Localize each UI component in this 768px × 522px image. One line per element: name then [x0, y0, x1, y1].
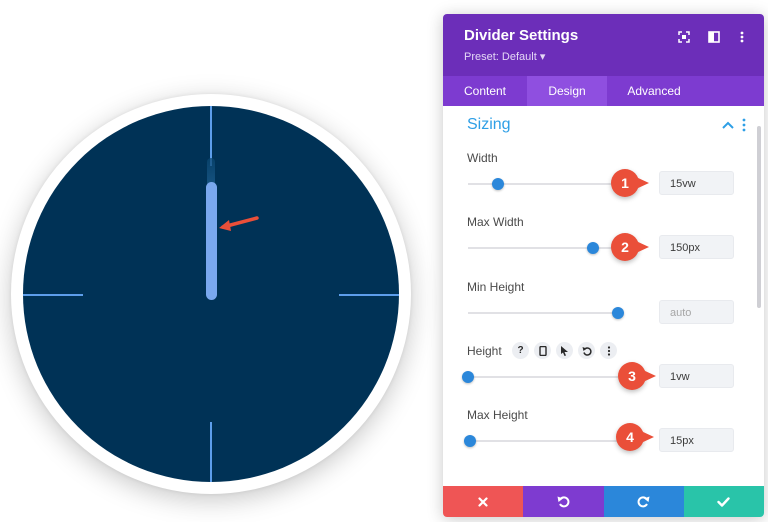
redo-icon — [637, 496, 650, 508]
help-icon[interactable]: ? — [512, 342, 529, 359]
width-label: Width — [467, 151, 498, 165]
width-slider-handle[interactable] — [492, 178, 504, 190]
reset-icon[interactable] — [578, 342, 595, 359]
split-view-icon[interactable] — [706, 29, 722, 45]
max-height-slider-handle[interactable] — [463, 435, 476, 447]
redo-button[interactable] — [603, 486, 684, 517]
clock-tick-right — [339, 294, 399, 296]
close-icon — [478, 496, 488, 507]
annotation-badge-4: 4 — [616, 423, 654, 451]
height-value-input[interactable]: 1vw — [659, 364, 734, 388]
clock-preview — [11, 94, 411, 494]
cursor-icon[interactable] — [556, 342, 573, 359]
annotation-arrow-icon — [219, 216, 259, 231]
height-slider-handle[interactable] — [462, 371, 474, 383]
max-height-value-input[interactable]: 15px — [659, 428, 734, 452]
clock-tick-bottom — [210, 422, 212, 482]
panel-scrollbar[interactable] — [757, 126, 761, 308]
max-width-label: Max Width — [467, 215, 524, 229]
tab-advanced[interactable]: Advanced — [607, 76, 701, 106]
clock-face — [23, 106, 399, 482]
tab-design[interactable]: Design — [527, 76, 607, 106]
height-slider-track[interactable] — [468, 376, 618, 378]
height-label: Height — [467, 344, 502, 358]
panel-header: Divider Settings Preset: Default ▾ — [443, 14, 764, 76]
chevron-up-icon[interactable] — [722, 121, 734, 129]
more-vertical-icon[interactable] — [600, 342, 617, 359]
section-title: Sizing — [467, 116, 511, 133]
clock-tick-top — [210, 106, 212, 166]
min-height-label: Min Height — [467, 280, 525, 294]
max-height-label: Max Height — [467, 408, 528, 422]
annotation-badge-1: 1 — [611, 169, 649, 197]
save-button[interactable] — [683, 486, 764, 517]
annotation-badge-3: 3 — [618, 362, 656, 390]
panel-title: Divider Settings — [464, 27, 579, 44]
clock-hand-divider[interactable] — [206, 182, 217, 300]
annotation-badge-2: 2 — [611, 233, 649, 261]
max-width-slider-handle[interactable] — [586, 242, 599, 254]
height-tools: ? — [512, 342, 617, 359]
max-width-value-input[interactable]: 150px — [659, 235, 734, 259]
divider-settings-panel: Divider Settings Preset: Default ▾ Conte… — [443, 14, 764, 517]
settings-tabs: Content Design Advanced — [443, 76, 764, 106]
device-icon[interactable] — [534, 342, 551, 359]
width-slider-track[interactable] — [468, 183, 618, 185]
max-height-slider-track[interactable] — [468, 440, 618, 442]
tab-content[interactable]: Content — [443, 76, 527, 106]
discard-button[interactable] — [443, 486, 524, 517]
panel-footer — [443, 486, 764, 517]
check-icon — [717, 496, 731, 507]
section-more-icon[interactable] — [742, 118, 746, 132]
more-vertical-icon[interactable] — [734, 29, 750, 45]
sizing-section-header[interactable]: Sizing — [443, 106, 764, 140]
clock-tick-left — [23, 294, 83, 296]
preset-dropdown[interactable]: Preset: Default ▾ — [464, 50, 545, 63]
min-height-slider-handle[interactable] — [612, 307, 624, 319]
min-height-slider-track[interactable] — [468, 312, 618, 314]
undo-icon — [557, 496, 570, 508]
focus-icon[interactable] — [676, 29, 692, 45]
min-height-value-input[interactable]: auto — [659, 300, 734, 324]
width-value-input[interactable]: 15vw — [659, 171, 734, 195]
undo-button[interactable] — [523, 486, 604, 517]
